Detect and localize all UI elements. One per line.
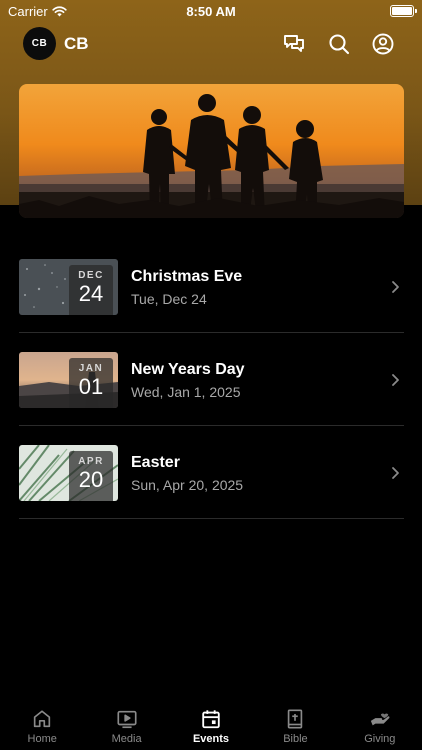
badge-month: DEC: [78, 270, 104, 281]
chevron-right-icon: [392, 281, 399, 293]
event-date: Sun, Apr 20, 2025: [131, 477, 244, 493]
tab-giving[interactable]: Giving: [338, 700, 422, 750]
badge-day: 24: [78, 281, 104, 306]
app-header: CB CB: [0, 26, 422, 62]
event-row-christmas-eve[interactable]: DEC 24 Christmas Eve Tue, Dec 24: [19, 240, 404, 333]
events-list: DEC 24 Christmas Eve Tue, Dec 24 JAN 01 …: [19, 240, 404, 519]
account-icon[interactable]: [371, 32, 395, 56]
event-thumbnail: APR 20: [19, 445, 118, 501]
tab-media[interactable]: Media: [84, 700, 168, 750]
tab-label: Media: [111, 733, 142, 745]
battery-icon: [390, 5, 417, 17]
event-thumbnail: JAN 01: [19, 352, 118, 408]
media-icon: [117, 710, 137, 729]
tab-home[interactable]: Home: [0, 700, 84, 750]
event-date: Tue, Dec 24: [131, 291, 207, 307]
tab-events[interactable]: Events: [169, 700, 253, 750]
chat-icon[interactable]: [282, 32, 306, 56]
event-row-easter[interactable]: APR 20 Easter Sun, Apr 20, 2025: [19, 426, 404, 519]
chevron-right-icon: [392, 467, 399, 479]
badge-month: APR: [78, 456, 104, 467]
date-badge: JAN 01: [69, 358, 113, 408]
org-name: CB: [64, 34, 89, 53]
hero-image[interactable]: [19, 84, 404, 218]
org-logo[interactable]: CB: [23, 27, 56, 60]
badge-day: 01: [78, 374, 104, 399]
badge-day: 20: [78, 467, 104, 492]
home-icon: [34, 710, 51, 728]
tab-label: Home: [27, 733, 57, 745]
event-title: Easter: [131, 454, 180, 471]
tab-bible[interactable]: Bible: [253, 700, 337, 750]
date-badge: APR 20: [69, 451, 113, 501]
event-date: Wed, Jan 1, 2025: [131, 384, 241, 400]
badge-month: JAN: [78, 363, 104, 374]
chevron-right-icon: [392, 374, 399, 386]
tab-label: Bible: [283, 733, 308, 745]
event-title: Christmas Eve: [131, 268, 243, 285]
status-bar: Carrier 8:50 AM: [0, 0, 422, 22]
tab-bar: Home Media Events Bible Giving: [0, 700, 422, 750]
status-time: 8:50 AM: [186, 4, 236, 19]
tab-label: Events: [192, 733, 230, 745]
event-title: New Years Day: [131, 361, 245, 378]
event-thumbnail: DEC 24: [19, 259, 118, 315]
event-row-new-years-day[interactable]: JAN 01 New Years Day Wed, Jan 1, 2025: [19, 333, 404, 426]
tab-label: Giving: [364, 733, 396, 745]
logo-text: CB: [31, 38, 48, 49]
calendar-icon: [202, 710, 220, 729]
date-badge: DEC 24: [69, 265, 113, 315]
search-icon[interactable]: [327, 32, 351, 56]
giving-icon: [370, 713, 390, 726]
bible-icon: [288, 709, 303, 729]
